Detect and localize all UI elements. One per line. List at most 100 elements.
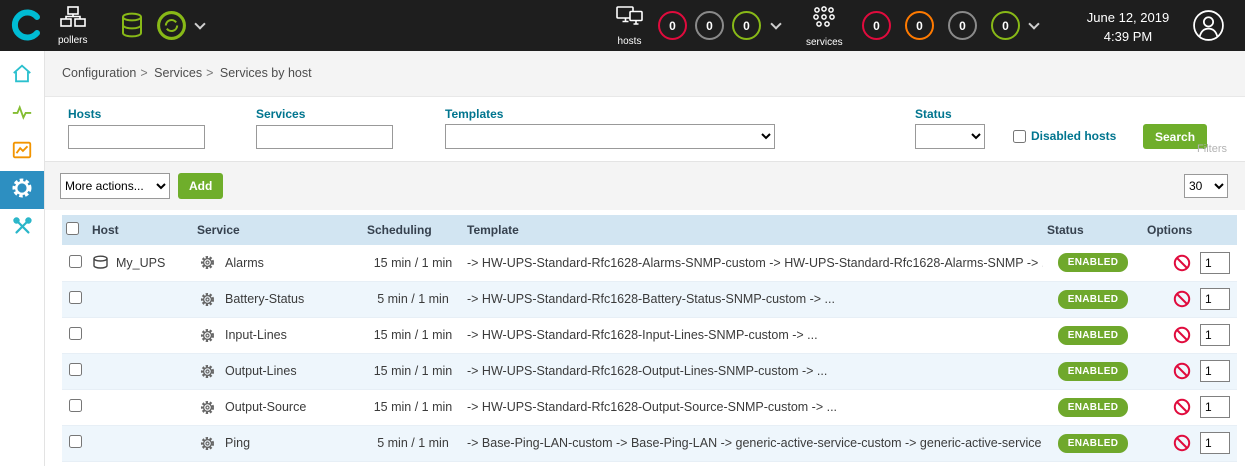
user-profile-icon[interactable] <box>1192 9 1225 47</box>
row-checkbox[interactable] <box>69 363 82 376</box>
pollers-menu[interactable]: pollers <box>58 6 87 46</box>
status-counter[interactable]: 0 <box>905 11 934 40</box>
hosts-status-menu[interactable]: hosts <box>616 5 643 47</box>
table-row: Battery-Status 5 min / 1 min -> HW-UPS-S… <box>62 281 1237 317</box>
sidebar-item-administration[interactable] <box>0 209 44 247</box>
disable-service-icon[interactable] <box>1173 398 1191 416</box>
row-order-input[interactable] <box>1200 324 1230 346</box>
breadcrumb-services[interactable]: Services <box>154 66 202 80</box>
sidebar-item-reporting[interactable] <box>0 133 44 171</box>
scheduling-cell: 5 min / 1 min <box>363 425 463 461</box>
services-filter-input[interactable] <box>256 125 393 149</box>
disable-service-icon[interactable] <box>1173 254 1191 272</box>
status-filter-select[interactable] <box>915 124 985 149</box>
scheduling-cell: 15 min / 1 min <box>363 245 463 281</box>
poller-chevron-down-icon[interactable] <box>194 18 205 29</box>
host-icon <box>92 255 109 270</box>
template-cell: -> HW-UPS-Standard-Rfc1628-Battery-Statu… <box>463 281 1043 317</box>
hosts-filter-input[interactable] <box>68 125 205 149</box>
poller-state-icon[interactable] <box>156 10 187 46</box>
disable-service-icon[interactable] <box>1173 290 1191 308</box>
more-actions-select[interactable]: More actions... <box>60 173 170 199</box>
row-order-input[interactable] <box>1200 288 1230 310</box>
template-cell: -> HW-UPS-Standard-Rfc1628-Output-Lines-… <box>463 353 1043 389</box>
main-content: Configuration > Services > Services by hos… <box>45 51 1245 466</box>
header-host[interactable]: Host <box>88 215 193 245</box>
table-row: My_UPS Alarms 15 min / 1 min -> HW-UPS-S… <box>62 245 1237 281</box>
status-badge: ENABLED <box>1058 253 1128 272</box>
page-size-select[interactable]: 30 <box>1184 174 1228 198</box>
table-header-row: Host Service Scheduling Template Status … <box>62 215 1237 245</box>
add-button[interactable]: Add <box>178 173 223 199</box>
sidebar-item-configuration[interactable] <box>0 171 44 209</box>
clock-date: June 12, 2019 <box>1078 9 1178 28</box>
centreon-logo-icon[interactable] <box>10 8 44 47</box>
templates-filter-select[interactable] <box>445 124 775 149</box>
hosts-filter-label: Hosts <box>68 107 101 121</box>
row-checkbox[interactable] <box>69 399 82 412</box>
row-order-input[interactable] <box>1200 432 1230 454</box>
header-service[interactable]: Service <box>193 215 363 245</box>
disabled-hosts-checkbox[interactable] <box>1013 130 1026 143</box>
header-scheduling[interactable]: Scheduling <box>363 215 463 245</box>
status-counter[interactable]: 0 <box>948 11 977 40</box>
disable-service-icon[interactable] <box>1173 362 1191 380</box>
breadcrumb-current-page: Services by host <box>220 66 312 80</box>
service-gear-icon[interactable] <box>199 363 216 380</box>
service-name[interactable]: Alarms <box>225 256 264 270</box>
filters-caption: Filters <box>1197 143 1227 155</box>
scheduling-cell: 5 min / 1 min <box>363 281 463 317</box>
status-counter[interactable]: 0 <box>658 11 687 40</box>
row-checkbox[interactable] <box>69 435 82 448</box>
header-template[interactable]: Template <box>463 215 1043 245</box>
disabled-hosts-filter: Disabled hosts <box>1013 129 1116 143</box>
breadcrumb-separator: > <box>206 66 213 80</box>
table-row: Output-Source 15 min / 1 min -> HW-UPS-S… <box>62 389 1237 425</box>
service-gear-icon[interactable] <box>199 435 216 452</box>
service-gear-icon[interactable] <box>199 399 216 416</box>
services-status-counters: 0 0 0 0 <box>862 11 1034 40</box>
service-gear-icon[interactable] <box>199 254 216 271</box>
hosts-chevron-down-icon[interactable] <box>770 18 781 29</box>
status-counter[interactable]: 0 <box>695 11 724 40</box>
template-cell: -> HW-UPS-Standard-Rfc1628-Output-Source… <box>463 389 1043 425</box>
status-counter[interactable]: 0 <box>732 11 761 40</box>
status-counter-value: 0 <box>916 19 923 33</box>
service-name[interactable]: Battery-Status <box>225 292 304 306</box>
row-checkbox[interactable] <box>69 255 82 268</box>
sidebar-item-home[interactable] <box>0 57 44 95</box>
template-cell: -> HW-UPS-Standard-Rfc1628-Alarms-SNMP-c… <box>463 245 1043 281</box>
service-name[interactable]: Ping <box>225 436 250 450</box>
row-order-input[interactable] <box>1200 360 1230 382</box>
status-counter[interactable]: 0 <box>862 11 891 40</box>
host-name[interactable]: My_UPS <box>116 256 165 270</box>
services-table: Host Service Scheduling Template Status … <box>62 215 1237 462</box>
service-gear-icon[interactable] <box>199 327 216 344</box>
row-order-input[interactable] <box>1200 252 1230 274</box>
header-status[interactable]: Status <box>1043 215 1143 245</box>
service-gear-icon[interactable] <box>199 291 216 308</box>
service-name[interactable]: Output-Lines <box>225 364 297 378</box>
row-checkbox[interactable] <box>69 327 82 340</box>
breadcrumb-separator: > <box>140 66 147 80</box>
select-all-checkbox[interactable] <box>66 222 79 235</box>
scheduling-cell: 15 min / 1 min <box>363 317 463 353</box>
scheduling-cell: 15 min / 1 min <box>363 353 463 389</box>
breadcrumb-configuration[interactable]: Configuration <box>62 66 136 80</box>
status-counter-value: 0 <box>706 19 713 33</box>
service-name[interactable]: Input-Lines <box>225 328 287 342</box>
template-cell: -> Base-Ping-LAN-custom -> Base-Ping-LAN… <box>463 425 1043 461</box>
status-counter[interactable]: 0 <box>991 11 1020 40</box>
tools-icon <box>11 215 33 242</box>
home-icon <box>11 63 33 90</box>
disable-service-icon[interactable] <box>1173 434 1191 452</box>
disable-service-icon[interactable] <box>1173 326 1191 344</box>
service-name[interactable]: Output-Source <box>225 400 306 414</box>
table-row: Output-Lines 15 min / 1 min -> HW-UPS-St… <box>62 353 1237 389</box>
row-order-input[interactable] <box>1200 396 1230 418</box>
row-checkbox[interactable] <box>69 291 82 304</box>
database-status-icon[interactable] <box>120 12 144 44</box>
services-filter-label: Services <box>256 107 305 121</box>
sidebar-item-monitoring[interactable] <box>0 95 44 133</box>
services-status-menu[interactable]: services <box>806 5 843 48</box>
